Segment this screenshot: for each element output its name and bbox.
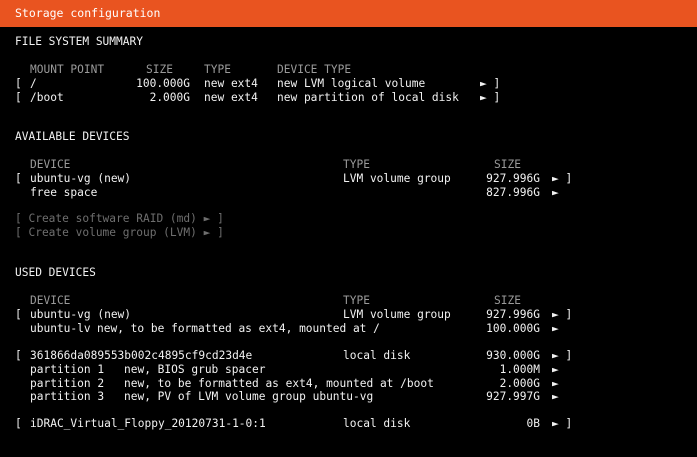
row-action-arrow[interactable]: ► ] — [552, 349, 572, 362]
row-action-arrow[interactable]: ► ] — [552, 308, 572, 321]
create-volume-group-button[interactable]: [ Create volume group (LVM) ► ] — [15, 226, 224, 239]
column-header-size: SIZE — [146, 63, 173, 76]
partition-name: partition 2 — [30, 377, 105, 390]
mount-point: / — [30, 77, 37, 90]
row-action-arrow[interactable]: ► ] — [480, 77, 500, 90]
row-action-arrow[interactable]: ► ] — [552, 417, 572, 430]
mount-point: /boot — [30, 91, 64, 104]
device-size: 827.996G — [486, 186, 540, 199]
device-type: new partition of local disk — [277, 91, 459, 104]
row-action-arrow[interactable]: ► — [552, 186, 559, 199]
partition-description: new, PV of LVM volume group ubuntu-vg — [124, 390, 374, 403]
lv-description: new, to be formatted as ext4, mounted at… — [97, 322, 380, 335]
device-size: 930.000G — [486, 349, 540, 362]
column-header-size: SIZE — [494, 294, 521, 307]
row-bracket: [ — [15, 172, 22, 185]
row-bracket: [ — [15, 349, 22, 362]
lv-name: ubuntu-lv — [30, 322, 91, 335]
section-heading-used-devices: USED DEVICES — [15, 266, 96, 279]
device-name: ubuntu-vg (new) — [30, 172, 132, 185]
section-heading-available-devices: AVAILABLE DEVICES — [15, 130, 130, 143]
fs-type: new ext4 — [204, 77, 258, 90]
size: 100.000G — [136, 77, 190, 90]
row-bracket: [ — [15, 77, 22, 90]
device-size: 927.996G — [486, 308, 540, 321]
partition-size: 1.000M — [499, 363, 540, 376]
column-header-size: SIZE — [494, 158, 521, 171]
device-type: LVM volume group — [343, 172, 451, 185]
row-bracket: [ — [15, 417, 22, 430]
column-header-type: TYPE — [204, 63, 231, 76]
row-action-arrow[interactable]: ► — [552, 390, 559, 403]
row-bracket: [ — [15, 308, 22, 321]
partition-description: new, BIOS grub spacer — [124, 363, 266, 376]
column-header-device-type: DEVICE TYPE — [277, 63, 352, 76]
column-header-type: TYPE — [343, 294, 370, 307]
section-heading-fs-summary: FILE SYSTEM SUMMARY — [15, 35, 143, 48]
row-action-arrow[interactable]: ► — [552, 322, 559, 335]
row-action-arrow[interactable]: ► — [552, 377, 559, 390]
partition-size: 2.000G — [499, 377, 540, 390]
create-software-raid-button[interactable]: [ Create software RAID (md) ► ] — [15, 212, 224, 225]
device-size: 0B — [526, 417, 540, 430]
row-action-arrow[interactable]: ► — [552, 363, 559, 376]
size: 2.000G — [149, 91, 190, 104]
lv-size: 100.000G — [486, 322, 540, 335]
title-bar: Storage configuration — [0, 0, 697, 27]
device-size: 927.996G — [486, 172, 540, 185]
device-type: local disk — [343, 349, 411, 362]
device-name: ubuntu-vg (new) — [30, 308, 132, 321]
column-header-device: DEVICE — [30, 294, 71, 307]
device-name: 361866da089553b002c4895cf9cd23d4e — [30, 349, 253, 362]
row-bracket: [ — [15, 91, 22, 104]
row-action-arrow[interactable]: ► ] — [552, 172, 572, 185]
device-type: new LVM logical volume — [277, 77, 426, 90]
fs-type: new ext4 — [204, 91, 258, 104]
partition-name: partition 1 — [30, 363, 105, 376]
window-title: Storage configuration — [15, 6, 161, 20]
partition-name: partition 3 — [30, 390, 105, 403]
device-name: iDRAC_Virtual_Floppy_20120731-1-0:1 — [30, 417, 266, 430]
row-action-arrow[interactable]: ► ] — [480, 91, 500, 104]
partition-size: 927.997G — [486, 390, 540, 403]
column-header-device: DEVICE — [30, 158, 71, 171]
column-header-mount-point: MOUNT POINT — [30, 63, 105, 76]
device-type: LVM volume group — [343, 308, 451, 321]
column-header-type: TYPE — [343, 158, 370, 171]
partition-description: new, to be formatted as ext4, mounted at… — [124, 377, 434, 390]
device-type: local disk — [343, 417, 411, 430]
device-name: free space — [30, 186, 98, 199]
